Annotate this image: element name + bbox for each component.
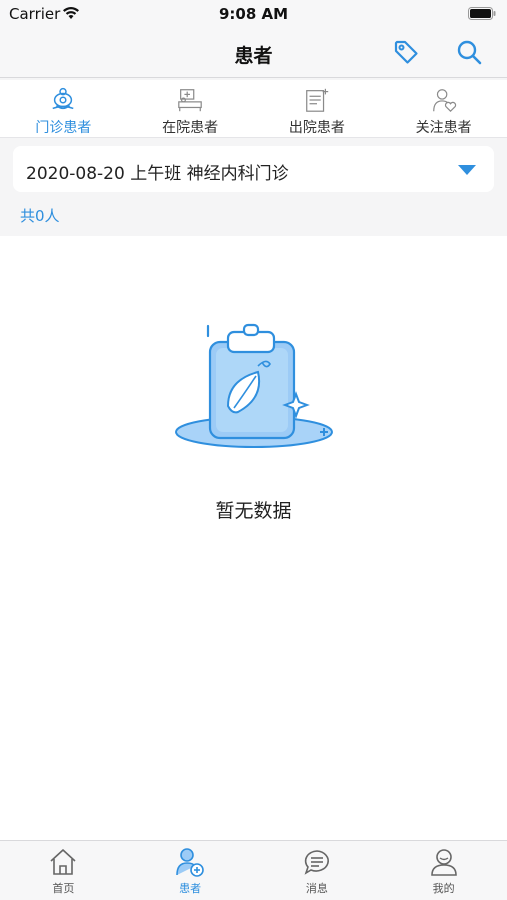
inpatient-bed-icon — [178, 89, 202, 112]
schedule-filter-dropdown[interactable]: 2020-08-20 上午班 神经内科门诊 — [13, 146, 494, 192]
search-icon[interactable] — [455, 38, 483, 66]
bottom-tab-label: 我的 — [432, 882, 455, 895]
bottom-tab-profile[interactable]: 我的 — [380, 841, 507, 900]
tab-discharged[interactable]: 出院患者 — [254, 80, 381, 137]
home-icon — [50, 849, 76, 875]
tag-icon[interactable] — [392, 38, 420, 66]
bottom-tab-patients[interactable]: 患者 — [127, 841, 254, 900]
tab-label: 出院患者 — [288, 120, 345, 136]
tab-label: 在院患者 — [162, 120, 219, 136]
tab-followed[interactable]: 关注患者 — [380, 80, 507, 137]
patient-list-area: 暂无数据 — [0, 236, 507, 840]
page-title: 患者 — [234, 45, 273, 67]
outpatient-icon — [52, 87, 74, 110]
patient-icon — [176, 848, 204, 877]
empty-clipboard-illustration — [175, 323, 333, 448]
bottom-tab-messages[interactable]: 消息 — [254, 841, 381, 900]
bottom-tab-label: 患者 — [179, 882, 202, 895]
message-icon — [304, 850, 329, 875]
bottom-tab-bar: 首页 患者 消息 我的 — [0, 840, 507, 900]
tab-label: 关注患者 — [415, 120, 472, 136]
discharge-document-icon — [306, 88, 329, 112]
patients-screen: Carrier 9:08 AM 患者 门诊患者 在院患者 出院患者 关注患者 2… — [0, 0, 507, 900]
navigation-bar: 患者 — [0, 28, 507, 78]
patient-count: 共0人 — [20, 207, 60, 225]
patient-category-tabs: 门诊患者 在院患者 出院患者 关注患者 — [0, 80, 507, 138]
status-bar: Carrier 9:08 AM — [0, 0, 507, 28]
battery-icon — [468, 7, 496, 20]
clock: 9:08 AM — [218, 5, 289, 23]
tab-label: 门诊患者 — [35, 120, 92, 136]
bottom-tab-home[interactable]: 首页 — [0, 841, 127, 900]
schedule-filter-value: 2020-08-20 上午班 神经内科门诊 — [26, 164, 289, 184]
tab-inpatient[interactable]: 在院患者 — [127, 80, 254, 137]
profile-icon — [430, 849, 457, 876]
bottom-tab-label: 消息 — [305, 882, 328, 895]
dropdown-arrow-icon — [458, 165, 476, 175]
bottom-tab-label: 首页 — [52, 882, 75, 895]
tab-outpatient[interactable]: 门诊患者 — [0, 80, 127, 137]
empty-state-message: 暂无数据 — [215, 500, 292, 522]
followed-patient-heart-icon — [432, 89, 456, 113]
